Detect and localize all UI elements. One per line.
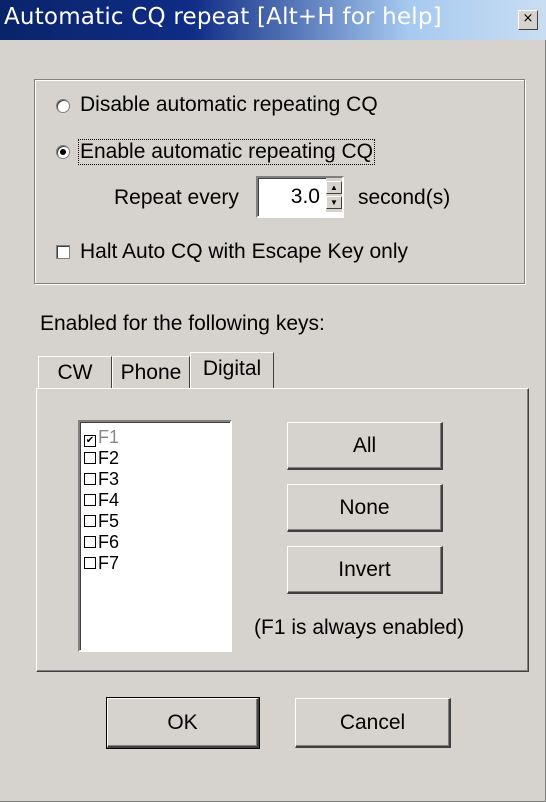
close-button[interactable]: × — [518, 10, 538, 30]
cancel-button[interactable]: Cancel — [295, 698, 451, 748]
all-button[interactable]: All — [287, 422, 443, 470]
f6-checkbox[interactable] — [84, 536, 96, 548]
tab-cw[interactable]: CW — [38, 356, 112, 388]
f2-label: F2 — [98, 448, 120, 468]
tab-phone-label: Phone — [120, 361, 182, 384]
f5-checkbox[interactable] — [84, 515, 96, 527]
f3-label: F3 — [98, 469, 120, 489]
disable-cq-label[interactable]: Disable automatic repeating CQ — [80, 93, 378, 117]
none-button-label: None — [339, 496, 390, 519]
radio-dot-icon — [60, 149, 66, 155]
tab-digital[interactable]: Digital — [190, 352, 274, 388]
list-item-f2[interactable]: F2 — [84, 449, 119, 470]
spin-down-icon: ▼ — [330, 198, 338, 207]
dialog-window: Automatic CQ repeat [Alt+H for help] × D… — [0, 0, 546, 802]
window-title: Automatic CQ repeat [Alt+H for help] — [4, 4, 442, 30]
repeat-interval-spinner[interactable]: 3.0 ▲ ▼ — [256, 176, 344, 218]
list-item-f5[interactable]: F5 — [84, 512, 119, 533]
tab-digital-label: Digital — [202, 357, 262, 380]
title-bar[interactable]: Automatic CQ repeat [Alt+H for help] × — [0, 0, 546, 40]
enable-cq-label[interactable]: Enable automatic repeating CQ — [78, 139, 376, 165]
f5-label: F5 — [98, 511, 120, 531]
halt-escape-label[interactable]: Halt Auto CQ with Escape Key only — [80, 240, 408, 264]
spin-up-button[interactable]: ▲ — [326, 181, 342, 194]
check-icon: ✔ — [85, 435, 95, 446]
close-icon: × — [522, 11, 534, 26]
disable-cq-radio[interactable] — [56, 99, 70, 113]
f4-label: F4 — [98, 490, 120, 510]
f3-checkbox[interactable] — [84, 473, 96, 485]
list-item-f7[interactable]: F7 — [84, 554, 119, 575]
keys-heading: Enabled for the following keys: — [40, 312, 325, 335]
halt-escape-checkbox[interactable] — [56, 245, 70, 259]
list-item-f4[interactable]: F4 — [84, 491, 119, 512]
enable-cq-radio[interactable] — [56, 145, 70, 159]
invert-button[interactable]: Invert — [287, 546, 443, 594]
f1-label: F1 — [98, 427, 120, 447]
repeat-every-label: Repeat every — [114, 186, 239, 209]
f6-label: F6 — [98, 532, 120, 552]
f7-label: F7 — [98, 553, 120, 573]
list-item-f1[interactable]: ✔ F1 — [84, 428, 119, 449]
list-item-f6[interactable]: F6 — [84, 533, 119, 554]
repeat-interval-value[interactable]: 3.0 — [291, 185, 320, 209]
f1-checkbox[interactable]: ✔ — [84, 435, 96, 447]
ok-button-label: OK — [167, 711, 198, 734]
f1-note: (F1 is always enabled) — [254, 616, 465, 639]
cancel-button-label: Cancel — [339, 711, 406, 734]
list-item-f3[interactable]: F3 — [84, 470, 119, 491]
seconds-unit-label: second(s) — [358, 186, 451, 209]
f2-checkbox[interactable] — [84, 452, 96, 464]
f7-checkbox[interactable] — [84, 557, 96, 569]
ok-button[interactable]: OK — [106, 697, 260, 749]
tab-phone[interactable]: Phone — [112, 356, 190, 388]
f4-checkbox[interactable] — [84, 494, 96, 506]
all-button-label: All — [352, 434, 377, 457]
invert-button-label: Invert — [338, 558, 391, 581]
tab-cw-label: CW — [57, 361, 93, 384]
spin-buttons: ▲ ▼ — [326, 178, 342, 212]
none-button[interactable]: None — [287, 484, 443, 532]
spin-up-icon: ▲ — [330, 183, 338, 192]
spin-down-button[interactable]: ▼ — [326, 196, 342, 209]
keys-listbox[interactable]: ✔ F1 F2 F3 F4 F5 F6 F7 — [78, 420, 232, 652]
